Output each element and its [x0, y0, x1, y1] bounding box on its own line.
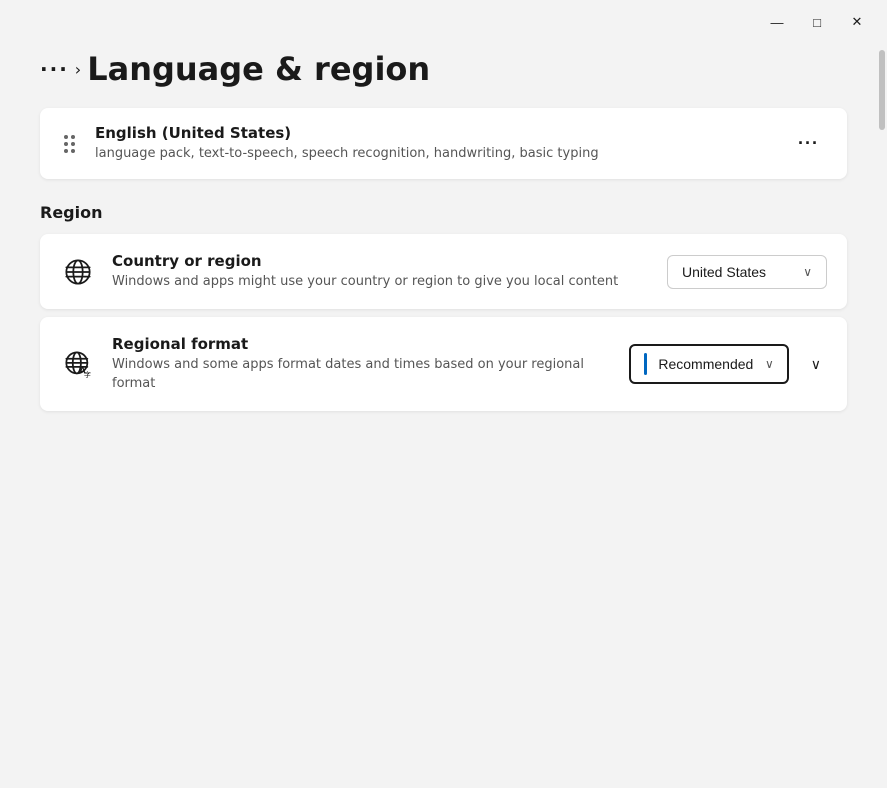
language-more-button[interactable]: ···: [790, 127, 827, 160]
country-region-card: Country or region Windows and apps might…: [40, 234, 847, 309]
chevron-right-icon: ∨: [811, 356, 821, 373]
blue-accent-bar: [644, 353, 647, 375]
page-title: Language & region: [87, 50, 430, 88]
minimize-button[interactable]: —: [759, 8, 795, 36]
globe-icon: [60, 254, 96, 290]
scrollbar[interactable]: [877, 40, 885, 788]
regional-format-info: Regional format Windows and some apps fo…: [112, 335, 613, 392]
content-area: ··· › Language & region English (United …: [0, 40, 887, 788]
chevron-down-icon: ∨: [765, 357, 774, 371]
regional-format-dropdown[interactable]: Recommended ∨: [629, 344, 789, 384]
drag-handle[interactable]: [60, 131, 79, 157]
country-region-info: Country or region Windows and apps might…: [112, 252, 651, 291]
country-region-description: Windows and apps might use your country …: [112, 273, 651, 291]
close-button[interactable]: ✕: [839, 8, 875, 36]
breadcrumb-dots[interactable]: ···: [40, 57, 69, 81]
svg-text:字: 字: [84, 370, 91, 378]
language-info: English (United States) language pack, t…: [95, 124, 774, 163]
breadcrumb: ··· › Language & region: [40, 50, 847, 88]
regional-format-value: Recommended: [658, 356, 753, 372]
region-section-title: Region: [40, 203, 847, 222]
regional-format-expand-button[interactable]: ∨: [805, 350, 827, 379]
country-region-value: United States: [682, 264, 766, 280]
scrollbar-thumb[interactable]: [879, 50, 885, 130]
language-name: English (United States): [95, 124, 774, 142]
language-features: language pack, text-to-speech, speech re…: [95, 145, 774, 163]
chevron-down-icon: ∨: [803, 265, 812, 279]
breadcrumb-chevron: ›: [75, 60, 81, 79]
maximize-button[interactable]: □: [799, 8, 835, 36]
title-bar: — □ ✕: [0, 0, 887, 40]
window: — □ ✕ ··· › Language & region: [0, 0, 887, 788]
country-region-label: Country or region: [112, 252, 651, 270]
country-region-dropdown[interactable]: United States ∨: [667, 255, 827, 289]
regional-format-label: Regional format: [112, 335, 613, 353]
title-bar-controls: — □ ✕: [759, 8, 875, 36]
language-card: English (United States) language pack, t…: [40, 108, 847, 179]
regional-format-icon: A 字: [60, 346, 96, 382]
regional-format-description: Windows and some apps format dates and t…: [112, 356, 613, 392]
regional-format-card: A 字 Regional format Windows and some app…: [40, 317, 847, 410]
